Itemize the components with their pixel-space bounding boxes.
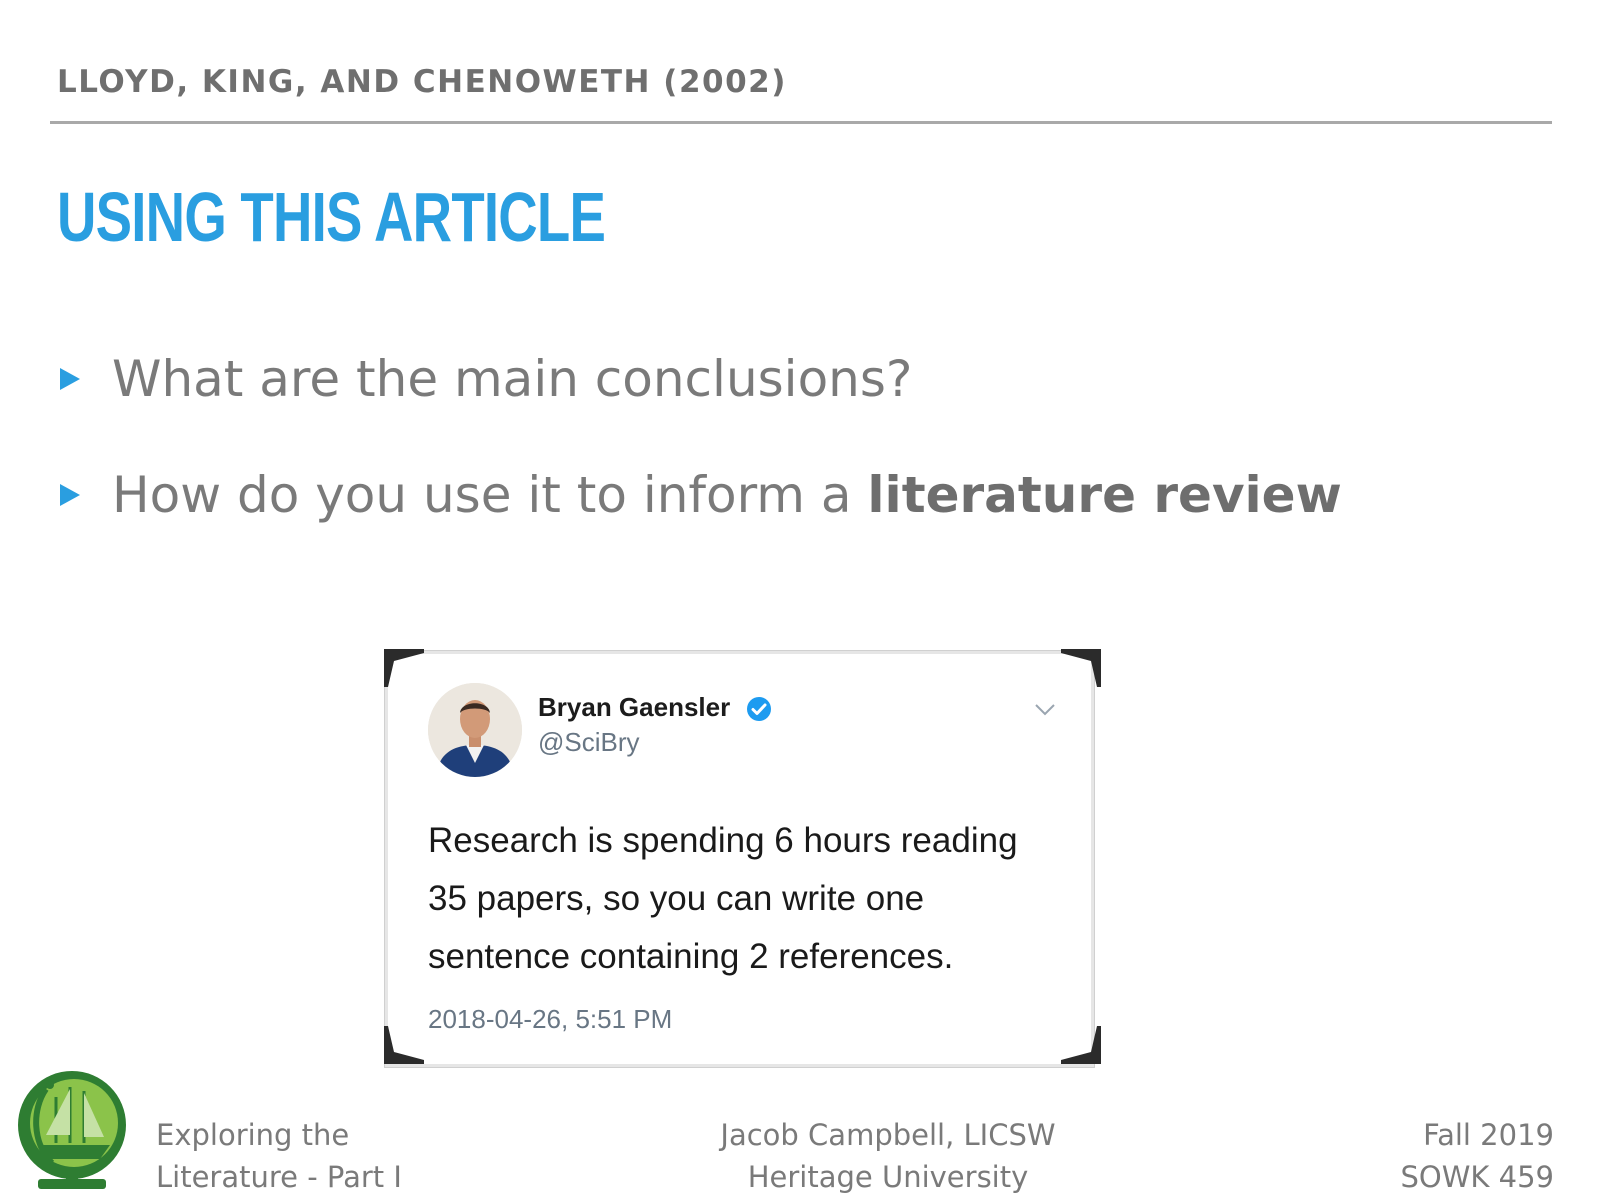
footer-line: Jacob Campbell, LICSW — [720, 1118, 1056, 1152]
footer-term: Fall 2019 SOWK 459 — [1401, 1114, 1555, 1198]
footer-line: Fall 2019 — [1423, 1118, 1554, 1152]
triangle-right-icon — [60, 484, 80, 506]
photo-corner-icon — [384, 649, 424, 689]
photo-corner-icon — [1061, 1024, 1101, 1064]
tweet-body-line: Research is spending 6 hours reading — [428, 821, 1018, 860]
tweet-timestamp: 2018-04-26, 5:51 PM — [428, 1004, 673, 1034]
avatar — [428, 683, 522, 777]
footer-author: Jacob Campbell, LICSW Heritage Universit… — [688, 1114, 1088, 1198]
bullet-text-lead: How do you use it to inform a — [112, 466, 868, 524]
bullet-text: What are the main conclusions? — [112, 350, 913, 408]
bullet-item: How do you use it to inform a literature… — [60, 466, 1342, 524]
globe-ship-logo — [12, 1065, 132, 1194]
footer-line: Exploring the — [156, 1118, 350, 1152]
slide-header: LLOYD, KING, AND CHENOWETH (2002) — [57, 64, 787, 100]
footer-course-title: Exploring the Literature - Part I — [156, 1114, 402, 1198]
tweet-author-handle: @SciBry — [538, 727, 640, 757]
footer-line: Literature - Part I — [156, 1160, 402, 1194]
bullet-item: What are the main conclusions? — [60, 350, 912, 408]
verified-badge-icon — [746, 696, 772, 726]
triangle-right-icon — [60, 368, 80, 390]
tweet-body-line: sentence containing 2 references. — [428, 937, 954, 976]
header-divider — [50, 121, 1552, 124]
chevron-down-icon — [1034, 702, 1056, 721]
footer-line: Heritage University — [747, 1160, 1029, 1194]
bullet-text: How do you use it to inform a literature… — [112, 466, 1342, 524]
bullet-text-bold: literature review — [867, 466, 1342, 524]
tweet-body: Research is spending 6 hours reading 35 … — [428, 812, 1068, 986]
footer-line: SOWK 459 — [1400, 1160, 1555, 1194]
slide-title: USING THIS ARTICLE — [57, 178, 606, 256]
photo-corner-icon — [1061, 649, 1101, 689]
tweet-author-name: Bryan Gaensler — [538, 692, 731, 722]
tweet-body-line: 35 papers, so you can write one — [428, 879, 925, 918]
photo-corner-icon — [384, 1024, 424, 1064]
